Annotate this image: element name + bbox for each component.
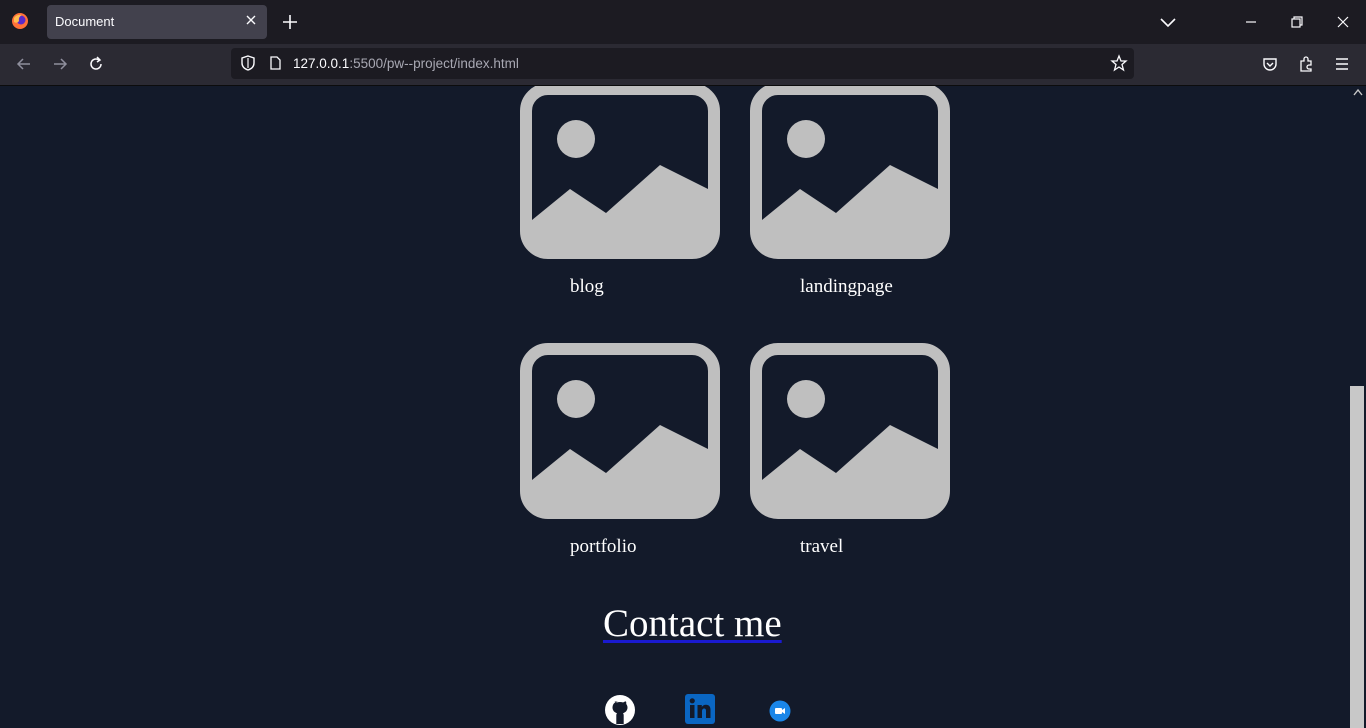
pocket-icon[interactable] xyxy=(1261,55,1279,73)
project-label[interactable]: travel xyxy=(800,536,843,558)
scrollbar-thumb[interactable] xyxy=(1350,386,1364,728)
minimize-icon[interactable] xyxy=(1241,12,1261,32)
image-placeholder-icon xyxy=(520,343,720,519)
menu-icon[interactable] xyxy=(1333,55,1351,73)
firefox-logo-icon[interactable] xyxy=(11,12,29,30)
tab-title: Document xyxy=(55,14,115,29)
extensions-icon[interactable] xyxy=(1297,55,1315,73)
contact-heading[interactable]: Contact me xyxy=(603,601,782,646)
list-all-tabs-icon[interactable] xyxy=(1158,12,1178,32)
url-path: :5500/pw--project/index.html xyxy=(349,56,519,71)
close-tab-icon[interactable] xyxy=(244,13,258,27)
image-placeholder-icon xyxy=(750,86,950,259)
shield-icon[interactable] xyxy=(239,54,257,72)
back-arrow-icon[interactable] xyxy=(15,55,33,73)
forward-arrow-icon[interactable] xyxy=(51,55,69,73)
project-card-portfolio[interactable] xyxy=(520,343,720,519)
meet-icon[interactable] xyxy=(769,700,791,722)
bookmark-star-icon[interactable] xyxy=(1110,54,1128,72)
page-viewport: blog landingpage portfolio travel Contac… xyxy=(0,86,1350,728)
reload-icon[interactable] xyxy=(87,55,105,73)
browser-navbar: 127.0.0.1:5500/pw--project/index.html xyxy=(0,44,1366,86)
new-tab-icon[interactable] xyxy=(281,13,299,31)
project-label[interactable]: blog xyxy=(570,276,604,298)
linkedin-icon[interactable] xyxy=(684,693,716,725)
image-placeholder-icon xyxy=(750,343,950,519)
url-text[interactable]: 127.0.0.1:5500/pw--project/index.html xyxy=(293,56,519,71)
project-card-travel[interactable] xyxy=(750,343,950,519)
restore-icon[interactable] xyxy=(1287,12,1307,32)
project-card-blog[interactable] xyxy=(520,86,720,259)
tab-document[interactable]: Document xyxy=(47,5,267,39)
image-placeholder-icon xyxy=(520,86,720,259)
github-icon[interactable] xyxy=(604,694,636,726)
project-label[interactable]: portfolio xyxy=(570,536,637,558)
browser-titlebar: Document xyxy=(0,0,1366,44)
close-window-icon[interactable] xyxy=(1333,12,1353,32)
url-host: 127.0.0.1 xyxy=(293,56,350,71)
scroll-up-arrow-icon[interactable] xyxy=(1353,88,1363,96)
page-icon[interactable] xyxy=(267,55,283,71)
address-bar[interactable]: 127.0.0.1:5500/pw--project/index.html xyxy=(231,48,1134,79)
project-card-landingpage[interactable] xyxy=(750,86,950,259)
project-label[interactable]: landingpage xyxy=(800,276,893,298)
